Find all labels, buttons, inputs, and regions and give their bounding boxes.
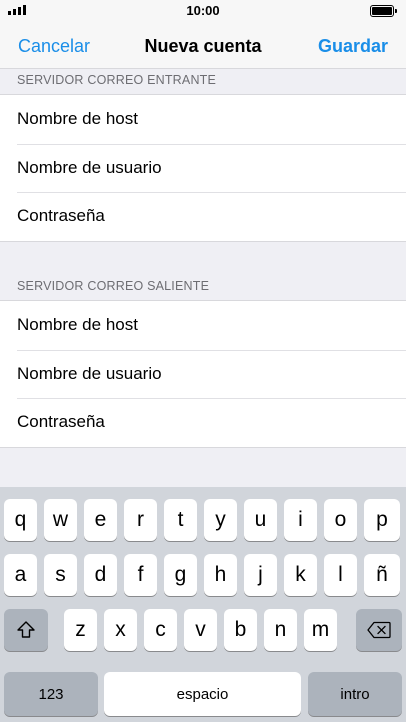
shift-key[interactable] [4,609,48,651]
delete-key[interactable] [356,609,402,651]
keyboard: q w e r t y u i o p a s d f g h j k l ñ … [0,487,406,722]
key-i[interactable]: i [284,499,317,541]
save-button[interactable]: Guardar [318,36,388,57]
key-p[interactable]: p [364,499,400,541]
return-key[interactable]: intro [308,672,402,716]
key-e[interactable]: e [84,499,117,541]
key-m[interactable]: m [304,609,337,651]
outgoing-host-field[interactable]: Nombre de host [0,301,406,350]
key-n-tilde[interactable]: ñ [364,554,400,596]
key-b[interactable]: b [224,609,257,651]
key-h[interactable]: h [204,554,237,596]
numbers-key[interactable]: 123 [4,672,98,716]
key-y[interactable]: y [204,499,237,541]
key-s[interactable]: s [44,554,77,596]
outgoing-password-field[interactable]: Contraseña [0,398,406,447]
key-z[interactable]: z [64,609,97,651]
status-bar: 10:00 [0,0,406,22]
incoming-username-field[interactable]: Nombre de usuario [0,143,406,193]
key-r[interactable]: r [124,499,157,541]
key-g[interactable]: g [164,554,197,596]
key-f[interactable]: f [124,554,157,596]
incoming-server-group: Nombre de host Nombre de usuario Contras… [0,94,406,242]
key-l[interactable]: l [324,554,357,596]
outgoing-server-group: Nombre de host Nombre de usuario Contras… [0,300,406,448]
navigation-bar: Cancelar Nueva cuenta Guardar [0,22,406,69]
incoming-password-field[interactable]: Contraseña [0,192,406,241]
shift-icon [17,621,35,638]
key-d[interactable]: d [84,554,117,596]
key-t[interactable]: t [164,499,197,541]
space-key[interactable]: espacio [104,672,301,716]
key-u[interactable]: u [244,499,277,541]
key-c[interactable]: c [144,609,177,651]
key-o[interactable]: o [324,499,357,541]
backspace-icon [367,621,391,639]
key-w[interactable]: w [44,499,77,541]
battery-icon [370,5,397,17]
key-j[interactable]: j [244,554,277,596]
key-v[interactable]: v [184,609,217,651]
key-x[interactable]: x [104,609,137,651]
key-a[interactable]: a [4,554,37,596]
outgoing-username-field[interactable]: Nombre de usuario [0,349,406,399]
outgoing-server-header: SERVIDOR CORREO SALIENTE [17,279,210,293]
status-time: 10:00 [186,3,220,18]
incoming-host-field[interactable]: Nombre de host [0,95,406,144]
key-q[interactable]: q [4,499,37,541]
incoming-server-header: SERVIDOR CORREO ENTRANTE [17,73,217,87]
key-k[interactable]: k [284,554,317,596]
key-n[interactable]: n [264,609,297,651]
